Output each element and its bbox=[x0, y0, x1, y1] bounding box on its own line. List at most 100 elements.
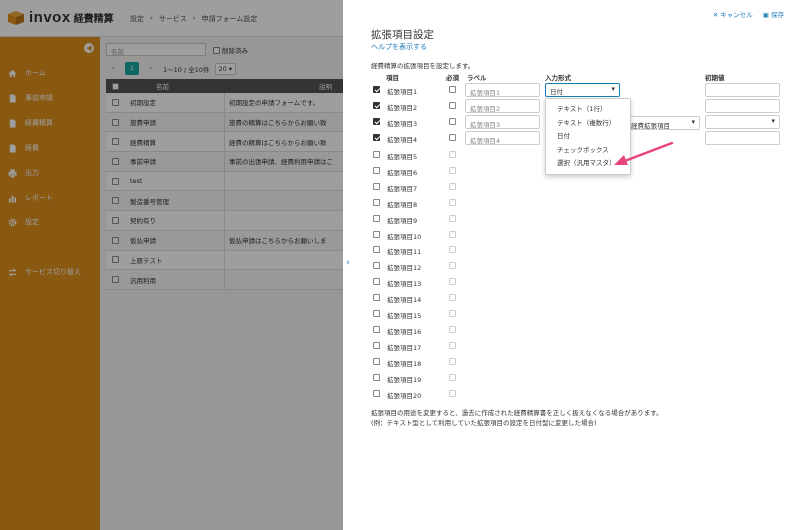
field-enable-checkbox[interactable] bbox=[373, 118, 380, 125]
modal-backdrop[interactable] bbox=[0, 0, 343, 530]
input-type-select[interactable]: 日付 bbox=[545, 83, 620, 97]
option-text-multi[interactable]: テキスト（複数行） bbox=[546, 117, 630, 131]
field-label-input[interactable]: 拡張項目2 bbox=[465, 99, 540, 113]
field-required-checkbox bbox=[449, 373, 456, 381]
field-required-checkbox bbox=[449, 357, 456, 365]
panel-intro: 経費精算の拡張項目を設定します。 bbox=[371, 62, 475, 70]
column-input-type: 入力形式 bbox=[545, 74, 571, 82]
extension-field-row: 拡張項目12 bbox=[373, 258, 793, 274]
column-label: ラベル bbox=[467, 74, 487, 82]
field-required-checkbox bbox=[449, 278, 456, 286]
field-label: 拡張項目3 bbox=[387, 120, 418, 128]
field-label-input[interactable]: 拡張項目3 bbox=[465, 115, 540, 129]
field-required-checkbox[interactable] bbox=[449, 134, 456, 141]
panel-title: 拡張項目設定 bbox=[371, 29, 434, 41]
field-label: 拡張項目19 bbox=[387, 375, 422, 384]
extension-field-row: 拡張項目16 bbox=[373, 322, 793, 338]
extension-field-row: 拡張項目11 bbox=[373, 242, 793, 258]
field-enable-checkbox[interactable] bbox=[373, 294, 380, 302]
field-label: 拡張項目10 bbox=[387, 232, 422, 241]
field-label: 拡張項目1 bbox=[387, 88, 418, 96]
field-label: 拡張項目8 bbox=[387, 200, 418, 209]
extension-field-row: 拡張項目15 bbox=[373, 306, 793, 322]
field-enable-checkbox[interactable] bbox=[373, 341, 380, 349]
field-enable-checkbox[interactable] bbox=[373, 134, 380, 141]
field-required-checkbox bbox=[449, 182, 456, 190]
column-default-value: 初期値 bbox=[705, 74, 725, 82]
panel-actions: ✕ キャンセル ▣ 保存 bbox=[713, 9, 784, 19]
field-enable-checkbox[interactable] bbox=[373, 198, 380, 206]
field-required-checkbox bbox=[449, 262, 456, 270]
field-required-checkbox bbox=[449, 341, 456, 349]
field-enable-checkbox[interactable] bbox=[373, 102, 380, 109]
field-enable-checkbox[interactable] bbox=[373, 166, 380, 174]
column-item: 項目 bbox=[386, 74, 399, 82]
field-enable-checkbox[interactable] bbox=[373, 182, 380, 190]
field-enable-checkbox[interactable] bbox=[373, 214, 380, 222]
annotation-arrow-icon bbox=[614, 141, 674, 165]
field-required-checkbox bbox=[449, 198, 456, 206]
field-enable-checkbox[interactable] bbox=[373, 246, 380, 254]
master-select[interactable]: 経費拡張項目 bbox=[626, 116, 700, 130]
extension-field-row: 拡張項目20 bbox=[373, 386, 793, 402]
field-label: 拡張項目5 bbox=[387, 153, 418, 161]
field-label-input[interactable]: 拡張項目1 bbox=[465, 83, 540, 97]
panel-note: 拡張項目の用途を変更すると、過去に作成された経費精算書を正しく扱えなくなる場合が… bbox=[371, 408, 663, 428]
extension-field-row: 拡張項目13 bbox=[373, 274, 793, 290]
field-enable-checkbox[interactable] bbox=[373, 389, 380, 397]
help-link[interactable]: ヘルプを表示する bbox=[371, 42, 427, 52]
field-required-checkbox bbox=[449, 230, 456, 238]
field-enable-checkbox[interactable] bbox=[373, 262, 380, 270]
field-required-checkbox[interactable] bbox=[449, 102, 456, 109]
field-enable-checkbox[interactable] bbox=[373, 86, 380, 93]
panel-toggle-icon[interactable]: › bbox=[343, 258, 353, 270]
option-text-single[interactable]: テキスト（1行） bbox=[546, 103, 630, 117]
extension-field-row: 拡張項目18 bbox=[373, 354, 793, 370]
field-label: 拡張項目6 bbox=[387, 168, 418, 177]
extension-field-row: 拡張項目14 bbox=[373, 290, 793, 306]
save-label: 保存 bbox=[771, 11, 784, 19]
note-line-1: 拡張項目の用途を変更すると、過去に作成された経費精算書を正しく扱えなくなる場合が… bbox=[371, 409, 663, 417]
extension-field-row: 拡張項目19 bbox=[373, 370, 793, 386]
field-required-checkbox bbox=[449, 214, 456, 222]
field-label: 拡張項目11 bbox=[387, 248, 422, 257]
extension-field-row: 拡張項目9 bbox=[373, 211, 793, 227]
field-label: 拡張項目12 bbox=[387, 264, 422, 273]
field-required-checkbox bbox=[449, 166, 456, 174]
field-label: 拡張項目7 bbox=[387, 184, 418, 193]
field-label: 拡張項目15 bbox=[387, 312, 422, 320]
save-button[interactable]: ▣ 保存 bbox=[763, 9, 784, 19]
field-enable-checkbox[interactable] bbox=[373, 230, 380, 238]
save-icon: ▣ bbox=[762, 11, 771, 19]
field-default-input[interactable] bbox=[705, 99, 780, 113]
note-line-2: (例：テキスト型として利用していた拡張項目の設定を日付型に変更した場合) bbox=[371, 419, 597, 427]
extension-settings-panel: ✕ キャンセル ▣ 保存 拡張項目設定 ヘルプを表示する 経費精算の拡張項目を設… bbox=[353, 0, 800, 530]
field-default-input[interactable] bbox=[705, 83, 780, 97]
field-label: 拡張項目16 bbox=[387, 327, 422, 336]
field-label: 拡張項目14 bbox=[387, 296, 422, 305]
field-enable-checkbox[interactable] bbox=[373, 357, 380, 365]
field-label: 拡張項目2 bbox=[387, 104, 418, 112]
field-label: 拡張項目4 bbox=[387, 136, 418, 144]
column-required: 必須 bbox=[446, 74, 459, 82]
input-type-value: 日付 bbox=[550, 88, 563, 96]
field-required-checkbox[interactable] bbox=[449, 118, 456, 125]
field-default-input[interactable] bbox=[705, 131, 780, 145]
extension-field-row: 拡張項目8 bbox=[373, 195, 793, 211]
field-label: 拡張項目20 bbox=[387, 391, 422, 400]
extension-field-row: 拡張項目7 bbox=[373, 179, 793, 195]
extension-field-row: 拡張項目17 bbox=[373, 338, 793, 354]
field-enable-checkbox[interactable] bbox=[373, 310, 380, 317]
field-enable-checkbox[interactable] bbox=[373, 325, 380, 333]
field-default-input[interactable] bbox=[705, 115, 780, 129]
field-label-input[interactable]: 拡張項目4 bbox=[465, 131, 540, 145]
master-select-value: 経費拡張項目 bbox=[631, 122, 670, 130]
field-enable-checkbox[interactable] bbox=[373, 278, 380, 286]
field-required-checkbox bbox=[449, 246, 456, 254]
field-enable-checkbox[interactable] bbox=[373, 151, 380, 158]
field-enable-checkbox[interactable] bbox=[373, 373, 380, 381]
extension-field-row: 拡張項目10 bbox=[373, 227, 793, 243]
field-required-checkbox[interactable] bbox=[449, 86, 456, 93]
cancel-button[interactable]: ✕ キャンセル bbox=[713, 9, 753, 19]
field-required-checkbox bbox=[449, 310, 456, 317]
